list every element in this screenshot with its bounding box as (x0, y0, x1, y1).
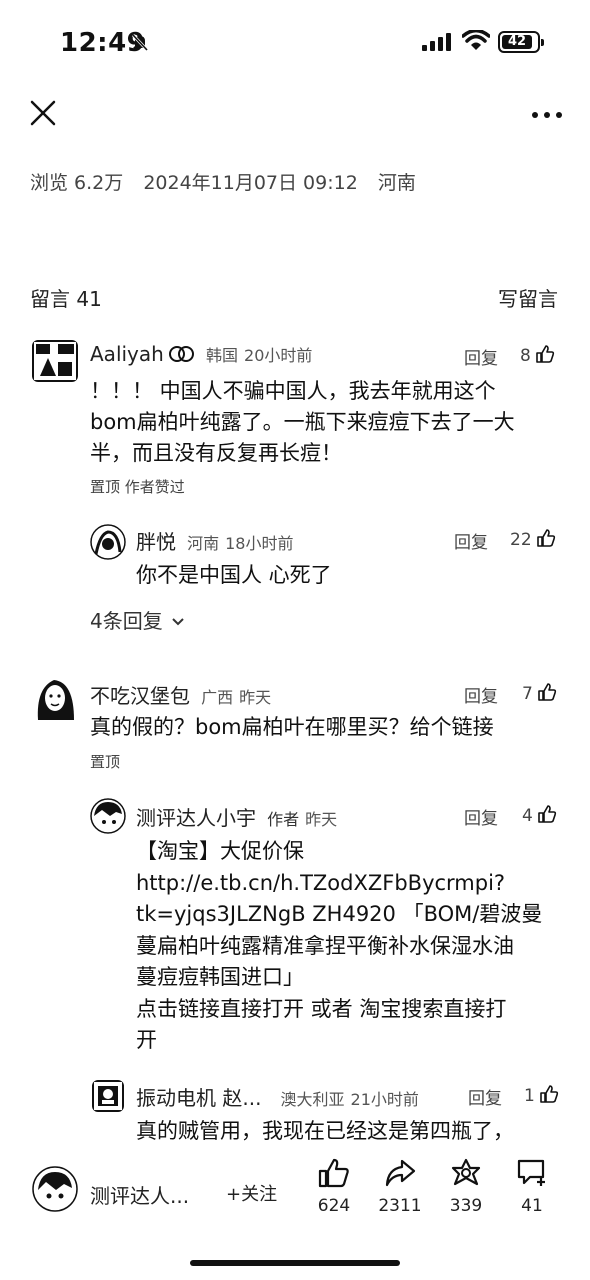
battery-level: 42 (502, 35, 532, 49)
comment-username[interactable]: Aaliyah (90, 342, 164, 366)
reply-username[interactable]: 振动电机 赵... (136, 1086, 261, 1110)
comment-time: 昨天 (239, 688, 272, 707)
reply-username[interactable]: 胖悦 (136, 530, 176, 554)
bottom-action-bar: 测评达人... +关注 624 2311 339 41 (0, 1150, 590, 1240)
write-comment-button[interactable]: 写留言 (498, 283, 558, 312)
like-button[interactable]: 4 (522, 804, 557, 826)
comment-location: 韩国 (206, 346, 239, 365)
reply-time: 昨天 (305, 810, 338, 829)
recommend-total: 339 (449, 1196, 483, 1216)
recommend-action[interactable]: 339 (436, 1158, 496, 1216)
share-icon (385, 1159, 416, 1187)
author-avatar[interactable] (32, 1166, 78, 1212)
comment-action[interactable]: 41 (502, 1158, 562, 1216)
like-button[interactable]: 7 (522, 682, 557, 704)
comment-tags: 置顶 作者赞过 (90, 478, 185, 496)
user-avatar[interactable] (90, 798, 126, 834)
couple-badge-icon (168, 346, 194, 362)
comment-time: 20小时前 (244, 346, 313, 365)
like-button[interactable]: 8 (520, 344, 555, 366)
post-datetime: 2024年11月07日 09:12 (143, 172, 358, 194)
more-replies-label: 4条回复 (90, 609, 163, 633)
reply-location: 澳大利亚 (280, 1090, 345, 1109)
like-count: 4 (522, 806, 533, 826)
chevron-down-icon (172, 618, 184, 626)
comment-add-icon (517, 1159, 545, 1186)
comment-text-line: ！！！ 中国人不骗中国人，我去年就用这个 (90, 379, 496, 403)
user-avatar[interactable] (90, 524, 126, 560)
thumbs-up-icon (538, 805, 556, 823)
comments-count: 留言 41 (30, 287, 102, 311)
reply-button[interactable]: 回复 (454, 528, 488, 553)
view-count: 浏览 6.2万 (30, 172, 124, 194)
wifi-icon (462, 30, 490, 50)
like-action[interactable]: 624 (304, 1158, 364, 1216)
user-avatar[interactable] (92, 1080, 124, 1112)
thumbs-up-icon (536, 529, 555, 547)
reply-text-line: 开 (136, 1028, 157, 1052)
reply-username[interactable]: 测评达人小宇 (136, 806, 256, 830)
comment-total: 41 (521, 1196, 543, 1216)
like-count: 8 (520, 346, 531, 366)
thumbs-up-icon (318, 1158, 349, 1188)
post-location: 河南 (377, 172, 416, 194)
close-icon[interactable] (28, 98, 58, 128)
reply-text-line: 蔓痘痘韩国进口」 (136, 965, 304, 989)
reply-text-line: 蔓扁柏叶纯露精准拿捏平衡补水保湿水油 (136, 933, 514, 958)
like-count: 22 (510, 530, 532, 550)
reply-time: 18小时前 (225, 534, 294, 553)
reply-link[interactable]: http://e.tb.cn/h.TZodXZFbBycrmpi? (136, 868, 576, 900)
reply-text-line: 【淘宝】大促价保 (136, 839, 304, 863)
reply-text-line: tk=yjqs3JLZNgB ZH4920 「BOM/碧波曼 (136, 902, 543, 926)
reply-button[interactable]: 回复 (468, 1084, 502, 1109)
thumbs-up-icon (536, 345, 554, 363)
reply-location: 河南 (187, 534, 220, 553)
like-total: 624 (317, 1196, 351, 1216)
expand-replies-button[interactable]: 4条回复 (90, 605, 185, 634)
recommend-star-icon (451, 1158, 481, 1186)
like-button[interactable]: 1 (524, 1084, 559, 1106)
bell-off-icon (131, 33, 149, 52)
cellular-signal-icon (422, 33, 451, 51)
comment-text-line: bom扁柏叶纯露了。一瓶下来痘痘下去了一大 (90, 410, 515, 434)
like-count: 7 (522, 684, 533, 704)
reply-text-line: 点击链接直接打开 或者 淘宝搜索直接打 (136, 996, 507, 1021)
follow-button[interactable]: +关注 (226, 1180, 277, 1206)
comment-text-line: 半，而且没有反复再长痘！ (90, 441, 342, 465)
user-avatar[interactable] (32, 340, 78, 382)
thumbs-up-icon (540, 1085, 558, 1103)
battery-icon: 42 (498, 31, 544, 53)
like-button[interactable]: 22 (510, 528, 556, 550)
reply-text-line: 真的贼管用，我现在已经这是第四瓶了， (136, 1119, 514, 1143)
share-total: 2311 (378, 1196, 422, 1216)
author-badge: 作者 (267, 810, 300, 829)
author-name[interactable]: 测评达人... (90, 1180, 189, 1209)
post-meta: 浏览 6.2万 2024年11月07日 09:12 河南 (30, 168, 430, 195)
thumbs-up-icon (538, 683, 556, 701)
like-count: 1 (524, 1086, 535, 1106)
reply-button[interactable]: 回复 (464, 682, 498, 707)
reply-button[interactable]: 回复 (464, 804, 498, 829)
user-avatar[interactable] (32, 676, 78, 722)
reply-text-line: 你不是中国人 心死了 (136, 563, 332, 587)
reply-time: 21小时前 (350, 1090, 419, 1109)
status-bar: 12:49 42 (0, 0, 590, 90)
comment-tags: 置顶 (90, 753, 121, 771)
comment-location: 广西 (201, 688, 234, 707)
reply-button[interactable]: 回复 (464, 344, 498, 369)
comment-text-line: 真的假的？bom扁柏叶在哪里买？给个链接 (90, 715, 494, 739)
share-action[interactable]: 2311 (370, 1158, 430, 1216)
home-indicator (190, 1260, 400, 1266)
comment-username[interactable]: 不吃汉堡包 (90, 684, 190, 708)
more-options-icon[interactable] (530, 110, 564, 120)
